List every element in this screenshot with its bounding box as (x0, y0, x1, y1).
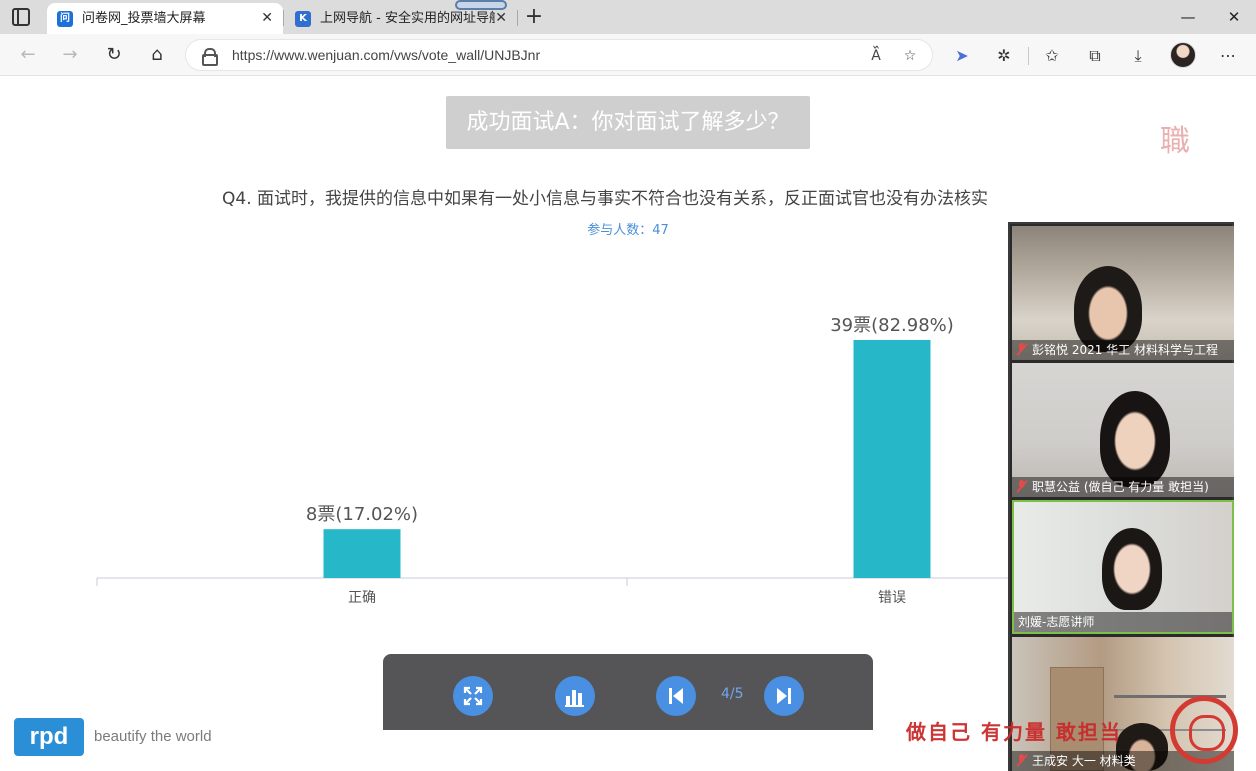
tab-actions-icon[interactable] (12, 8, 30, 26)
bar-chart-icon (565, 690, 584, 707)
more-menu-icon[interactable]: ⋯ (1215, 43, 1241, 69)
tab-divider (283, 10, 284, 26)
extension-bird-icon[interactable]: ➤ (949, 43, 975, 69)
forward-arrow-icon[interactable]: → (56, 41, 84, 69)
new-tab-button[interactable]: + (523, 3, 545, 31)
x-tick-label: 正确 (348, 590, 376, 606)
profile-avatar[interactable] (1170, 42, 1196, 68)
url-text[interactable]: https://www.wenjuan.com/vws/vote_wall/UN… (232, 40, 540, 70)
add-favorite-icon[interactable]: ☆ (898, 44, 922, 68)
video-tile-speaking[interactable]: 刘媛-志愿讲师 (1012, 500, 1234, 634)
address-bar[interactable]: https://www.wenjuan.com/vws/vote_wall/UN… (185, 39, 933, 71)
mic-muted-icon (1016, 754, 1027, 767)
participant-name: 刘媛-志愿讲师 (1018, 615, 1095, 629)
bar-1 (323, 529, 401, 578)
collections-icon[interactable]: ⧉ (1082, 43, 1108, 69)
brand-logo: rpd (14, 718, 84, 756)
slogan-text: beautify the world (94, 728, 212, 745)
next-question-button[interactable] (764, 676, 804, 716)
home-icon[interactable]: ⌂ (143, 41, 171, 69)
previous-icon (669, 688, 683, 704)
maximize-button[interactable] (1165, 0, 1211, 34)
participant-label: 职慧公益 (做自己 有力量 敢担当) (1012, 477, 1234, 497)
toolbar-divider (1028, 47, 1029, 65)
participant-label: 彭铭悦 2021 华工 材料科学与工程 (1012, 340, 1234, 360)
video-conference-panel: 彭铭悦 2021 华工 材料科学与工程 职慧公益 (做自己 有力量 敢担当) 刘… (1008, 222, 1234, 771)
mic-muted-icon (1016, 480, 1027, 493)
participant-name: 职慧公益 (做自己 有力量 敢担当) (1032, 480, 1209, 494)
red-seal-logo (1170, 696, 1238, 764)
video-tile[interactable]: 彭铭悦 2021 华工 材料科学与工程 (1012, 226, 1234, 360)
wenjuan-icon: 问 (57, 11, 73, 27)
decorative-red-calligraphy: 做自己 有力量 敢担当 (906, 720, 1122, 744)
x-tick-label: 错误 (878, 590, 906, 606)
participant-label: 刘媛-志愿讲师 (1014, 612, 1232, 632)
favorites-icon[interactable]: ✩ (1039, 43, 1065, 69)
tab-divider (517, 10, 518, 26)
browser-toolbar: ← → ↻ ⌂ https://www.wenjuan.com/vws/vote… (0, 34, 1256, 76)
read-aloud-icon[interactable]: A᷈ (864, 44, 888, 68)
k-nav-icon: K (295, 11, 311, 27)
bar-data-label: 39票(82.98%) (830, 315, 954, 336)
bar-2 (853, 340, 931, 578)
participant-video (1102, 528, 1162, 610)
fullscreen-button[interactable] (453, 676, 493, 716)
presentation-control-bar: 4/5 (383, 654, 873, 730)
next-icon (777, 688, 791, 704)
participant-name: 彭铭悦 2021 华工 材料科学与工程 (1032, 343, 1218, 357)
close-tab-icon[interactable]: ✕ (261, 3, 273, 34)
participant-video (1100, 391, 1170, 487)
lock-icon[interactable] (202, 48, 218, 66)
tab-strip: 问 问卷网_投票墙大屏幕 ✕ K 上网导航 - 安全实用的网址导航 ✕ + — … (0, 0, 1256, 34)
tab-wenjuan[interactable]: 问 问卷网_投票墙大屏幕 ✕ (47, 3, 283, 34)
mic-muted-icon (1016, 343, 1027, 356)
extensions-icon[interactable]: ✲ (991, 43, 1017, 69)
close-window-button[interactable]: ✕ (1211, 0, 1256, 34)
tab-drag-handle[interactable] (455, 0, 507, 10)
video-tile[interactable]: 职慧公益 (做自己 有力量 敢担当) (1012, 363, 1234, 497)
vote-wall-page: 職 成功面试A：你对面试了解多少？ Q4. 面试时，我提供的信息中如果有一处小信… (0, 76, 1256, 771)
bar-data-label: 8票(17.02%) (306, 504, 418, 525)
page-indicator: 4/5 (721, 686, 744, 702)
previous-question-button[interactable] (656, 676, 696, 716)
download-icon[interactable]: ⤓ (1125, 43, 1151, 69)
participant-name: 王成安 大一 材料类 (1032, 754, 1136, 768)
fullscreen-icon (463, 686, 483, 706)
back-arrow-icon[interactable]: ← (14, 41, 42, 69)
chart-toggle-button[interactable] (555, 676, 595, 716)
tab-title: 问卷网_投票墙大屏幕 (82, 11, 206, 26)
refresh-icon[interactable]: ↻ (100, 41, 128, 69)
